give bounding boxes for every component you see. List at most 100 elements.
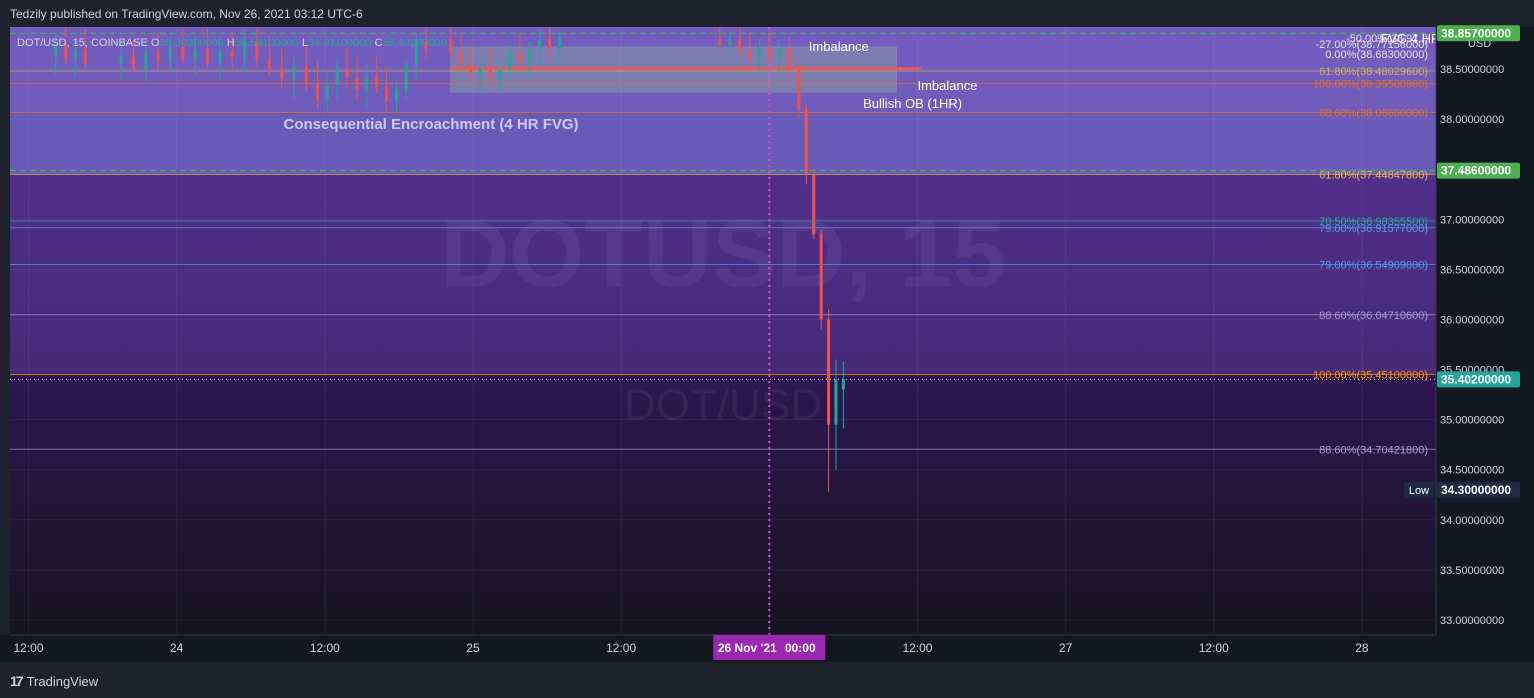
candle-body-37 xyxy=(498,69,502,80)
candle-body-48 xyxy=(757,47,761,60)
candle-body-7 xyxy=(156,53,160,62)
price-tick-3: 34.50000000 xyxy=(1440,465,1504,477)
time-tick-1: 24 xyxy=(170,641,184,655)
time-tick-0: 12:00 xyxy=(14,641,44,655)
candle-body-4 xyxy=(119,57,123,65)
candle-body-53 xyxy=(804,109,808,175)
ohlc-legend: DOT/USD, 15, COINBASE O35.30300000 H35.5… xyxy=(17,37,447,49)
candle-body-39 xyxy=(518,53,522,64)
candle-body-18 xyxy=(292,67,296,80)
fib-label-9: 88.60%(34.70421800) xyxy=(1319,444,1428,456)
time-tick-4: 12:00 xyxy=(606,641,636,655)
candle-body-55 xyxy=(819,234,823,320)
legend-part-8: 35.40200000 xyxy=(383,37,447,49)
price-tick-7: 36.50000000 xyxy=(1440,264,1504,276)
candle-body-29 xyxy=(404,65,408,90)
legend-part-7: C xyxy=(375,37,383,49)
candle-body-35 xyxy=(478,67,482,74)
zone-ce xyxy=(10,113,1436,175)
fib-label-7: 88.60%(36.04710600) xyxy=(1319,310,1428,322)
price-chart[interactable]: DOTUSD, 15 DOT/USD 61.80%(38.48029600)100.… xyxy=(0,0,1534,662)
candle-body-24 xyxy=(355,77,359,90)
time-tick-9: 28 xyxy=(1355,641,1369,655)
annotation-0: Imbalance xyxy=(809,39,869,54)
tradingview-logo[interactable]: 17 TradingView xyxy=(10,673,98,689)
candle-body-36 xyxy=(488,67,492,80)
candle-body-47 xyxy=(748,51,752,60)
candle-body-27 xyxy=(385,87,389,102)
candle-body-22 xyxy=(335,69,339,86)
annotation-3: Consequential Encroachment (4 HR FVG) xyxy=(283,116,578,133)
time-tick-8: 12:00 xyxy=(1199,641,1229,655)
candle-body-44 xyxy=(718,39,722,46)
candle-body-41 xyxy=(538,39,542,50)
legend-part-6: 34.91100000 xyxy=(308,37,374,49)
candle-body-25 xyxy=(365,75,369,90)
legend-part-4: 35.58100000 xyxy=(235,37,302,49)
footer-bar: 17 TradingView xyxy=(0,662,1534,698)
candle-body-17 xyxy=(280,69,284,80)
candle-body-26 xyxy=(375,75,379,88)
candle-body-40 xyxy=(528,49,532,64)
candle-body-11 xyxy=(206,49,210,64)
candle-body-33 xyxy=(459,53,463,64)
time-tick-6: 12:00 xyxy=(902,641,932,655)
candle-body-34 xyxy=(469,63,473,74)
candle-body-8 xyxy=(169,47,173,62)
watermark-main: DOTUSD, 15 xyxy=(440,200,1005,307)
fib-label-6: 79.00%(36.54909000) xyxy=(1319,259,1428,271)
time-tick-3: 25 xyxy=(466,641,480,655)
price-tick-2: 34.00000000 xyxy=(1440,515,1504,527)
candle-body-12 xyxy=(218,51,222,64)
price-tag-1: 37.48600000 xyxy=(1441,164,1511,178)
price-tag-3: 34.30000000 xyxy=(1441,483,1511,497)
price-tag-2: 35.40200000 xyxy=(1441,372,1511,386)
annotation-2: Bullish OB (1HR) xyxy=(863,96,962,111)
candle-body-56 xyxy=(827,319,831,425)
candle-body-54 xyxy=(812,174,816,235)
legend-part-3: H xyxy=(227,37,235,49)
time-tick-7: 27 xyxy=(1059,641,1073,655)
candle-body-2 xyxy=(73,49,77,60)
price-tick-8: 37.00000000 xyxy=(1440,214,1504,226)
tradingview-brand: TradingView xyxy=(26,673,99,689)
candle-body-52 xyxy=(797,69,801,110)
annotation-4: FVG 4 HR xyxy=(1380,31,1440,46)
watermark-sub: DOT/USD xyxy=(624,381,822,430)
candle-body-49 xyxy=(767,47,771,58)
candle-body-20 xyxy=(315,83,319,100)
candle-body-6 xyxy=(144,53,148,70)
price-tick-1: 33.50000000 xyxy=(1440,565,1504,577)
candle-body-50 xyxy=(777,49,781,58)
imbalance-line xyxy=(450,67,922,71)
fib-label-1: 100.00%(38.35500000) xyxy=(1313,79,1428,91)
candle-body-57 xyxy=(834,379,838,425)
candle-body-21 xyxy=(325,85,329,100)
time-tick-2: 12:00 xyxy=(310,641,340,655)
candle-body-23 xyxy=(345,69,349,78)
candle-body-32 xyxy=(449,39,453,54)
fib-label-0: 61.80%(38.48029600) xyxy=(1319,66,1428,78)
price-tick-4: 35.00000000 xyxy=(1440,415,1504,427)
candle-body-51 xyxy=(787,49,791,70)
candle-body-10 xyxy=(193,49,197,60)
top-fib-label-2: 0.00%(38.68300000) xyxy=(1325,49,1428,61)
fib-label-5: 79.00%(36.91577000) xyxy=(1319,223,1428,235)
candle-body-45 xyxy=(728,39,732,46)
legend-part-0: DOT/USD, 15, COINBASE xyxy=(17,37,151,49)
candle-body-13 xyxy=(230,51,234,58)
candle-body-5 xyxy=(131,57,135,70)
tradingview-logo-icon: 17 xyxy=(10,673,24,689)
price-tick-10: 38.00000000 xyxy=(1440,114,1504,126)
candle-body-28 xyxy=(394,89,398,102)
candle-body-43 xyxy=(557,37,561,50)
candle-body-42 xyxy=(548,39,552,50)
candle-body-19 xyxy=(304,67,308,84)
candle-body-16 xyxy=(267,59,271,70)
annotation-1: Imbalance xyxy=(917,78,977,93)
price-tick-11: 38.50000000 xyxy=(1440,64,1504,76)
price-tick-0: 33.00000000 xyxy=(1440,615,1504,627)
fib-label-2: 88.60%(38.06660000) xyxy=(1319,107,1428,119)
legend-part-2: 35.30300000 xyxy=(159,37,226,49)
candle-body-38 xyxy=(508,53,512,70)
